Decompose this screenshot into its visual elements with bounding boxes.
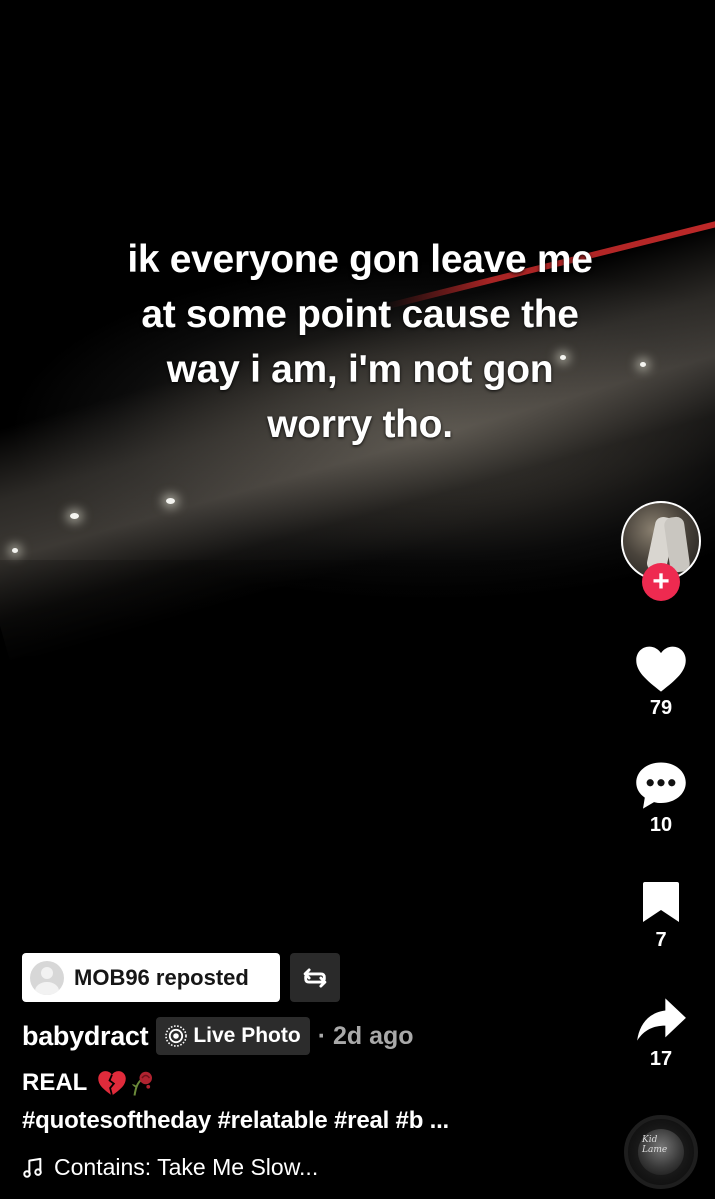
broken-heart-icon (98, 1071, 127, 1096)
like-count: 79 (649, 697, 673, 719)
sound-disc[interactable]: Kid Lame (624, 1115, 698, 1189)
comment-count: 10 (649, 814, 673, 836)
author-username[interactable]: babydract (22, 1021, 149, 1052)
street-light (166, 498, 175, 504)
music-note-icon (23, 1157, 42, 1178)
bookmark-icon (643, 882, 679, 922)
emoji-group (97, 1068, 157, 1098)
comment-bubble-icon (636, 762, 686, 809)
comment-button[interactable]: 10 (620, 760, 702, 837)
reposted-by-label: MOB96 reposted (74, 964, 249, 990)
follow-button[interactable]: + (642, 563, 680, 601)
post-title-row: REAL (22, 1068, 157, 1098)
bookmark-button[interactable]: 7 (620, 879, 702, 952)
repost-button[interactable] (290, 953, 340, 1002)
share-button[interactable]: 17 (620, 996, 702, 1071)
post-timestamp: · 2d ago (317, 1021, 414, 1050)
reposted-by-badge[interactable]: MOB96 reposted (22, 953, 280, 1002)
heart-icon (636, 646, 686, 692)
wilted-rose-icon (132, 1071, 153, 1096)
bottom-gradient (0, 560, 715, 1199)
author-row: babydract Live Photo · 2d ago (22, 1015, 414, 1057)
music-title: Contains: Take Me Slow... (54, 1154, 319, 1180)
share-arrow-icon (637, 998, 686, 1041)
post-hashtags[interactable]: #quotesoftheday #relatable #real #b ... (22, 1107, 449, 1135)
repost-icon (303, 967, 327, 988)
street-light (70, 513, 79, 519)
music-info[interactable]: Contains: Take Me Slow... (22, 1154, 318, 1181)
bookmark-count: 7 (655, 929, 667, 951)
video-caption: ik everyone gon leave me at some point c… (127, 238, 593, 446)
sound-cover-text: Kid Lame (642, 1135, 668, 1155)
street-light (12, 548, 18, 553)
like-button[interactable]: 79 (620, 643, 702, 720)
sound-cover-art: Kid Lame (638, 1129, 684, 1175)
live-photo-label: Live Photo (193, 1024, 301, 1047)
reposter-avatar (30, 960, 64, 995)
share-count: 17 (649, 1048, 673, 1070)
live-photo-badge[interactable]: Live Photo (156, 1017, 310, 1055)
live-photo-icon (165, 1025, 188, 1047)
post-title: REAL (22, 1069, 88, 1096)
